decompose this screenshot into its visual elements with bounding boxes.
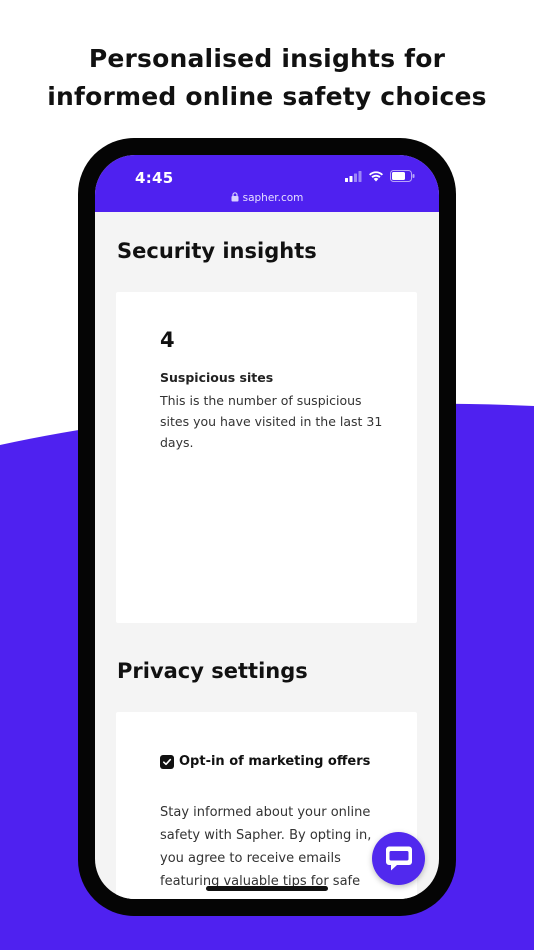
headline-line-1: Personalised insights for (88, 44, 446, 73)
battery-icon (390, 170, 415, 182)
url-text: sapher.com (242, 192, 304, 204)
status-bar: 4:45 sapher.com (95, 155, 439, 212)
lock-icon (231, 192, 239, 202)
marketing-optin-toggle[interactable]: Opt-in of marketing offers (160, 754, 370, 769)
security-insights-title: Security insights (117, 239, 317, 263)
suspicious-sites-description: This is the number of suspicious sites y… (160, 393, 383, 450)
home-indicator[interactable] (206, 886, 328, 891)
signal-icon (345, 170, 362, 182)
address-bar[interactable]: sapher.com (95, 192, 439, 204)
page-content: Security insights 4 Suspicious sites Thi… (95, 212, 439, 899)
status-time: 4:45 (135, 169, 174, 187)
marketing-optin-description: Stay informed about your online safety w… (160, 805, 372, 889)
marketing-optin-card: Opt-in of marketing offers Stay informed… (116, 712, 417, 899)
headline-line-2: informed online safety choices (47, 82, 487, 111)
suspicious-sites-label: Suspicious sites (160, 370, 274, 385)
suspicious-sites-count: 4 (160, 328, 175, 352)
status-icons (345, 170, 415, 182)
phone-frame: 4:45 sapher.com Security insights 4 Susp… (78, 138, 456, 916)
marketing-headline: Personalised insights for informed onlin… (0, 40, 534, 116)
checkbox-checked-icon[interactable] (160, 754, 174, 769)
wifi-icon (369, 171, 383, 182)
privacy-settings-title: Privacy settings (117, 659, 308, 683)
chat-button[interactable] (372, 832, 425, 885)
suspicious-sites-card: 4 Suspicious sites This is the number of… (116, 292, 417, 623)
marketing-optin-label: Opt-in of marketing offers (179, 754, 371, 769)
phone-screen: 4:45 sapher.com Security insights 4 Susp… (95, 155, 439, 899)
chat-bubble-icon (385, 846, 412, 871)
